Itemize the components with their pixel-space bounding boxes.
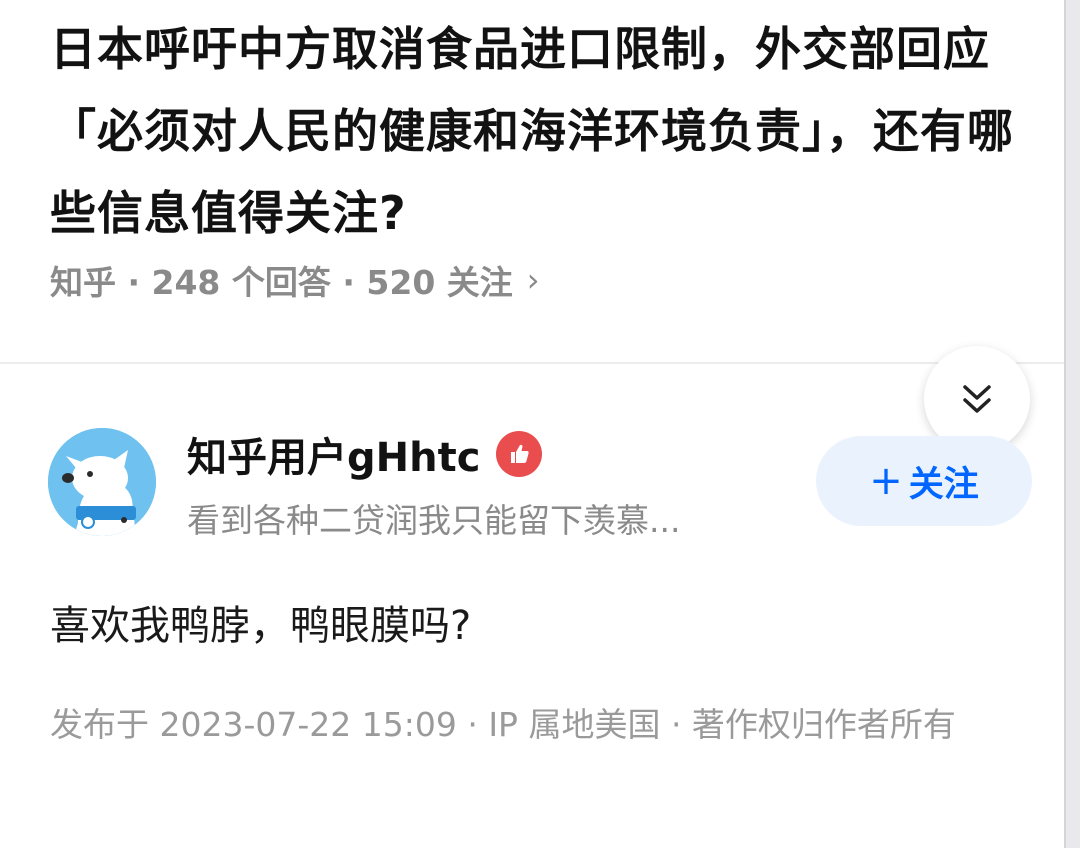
- question-meta[interactable]: 知乎 · 248 个回答 · 520 关注 ›: [50, 256, 540, 304]
- answer-meta: 发布于 2023-07-22 15:09 · IP 属地美国 · 著作权归作者所…: [50, 705, 956, 744]
- scrollbar-track[interactable]: [1064, 0, 1080, 848]
- follow-button[interactable]: + 关注: [816, 436, 1032, 526]
- question-title[interactable]: 日本呼吁中方取消食品进口限制，外交部回应「必须对人民的健康和海洋环境负责」，还有…: [50, 8, 1040, 254]
- scrollbar-edge: [1064, 0, 1066, 848]
- author-name-text: 知乎用户gHhtc: [187, 435, 481, 481]
- dog-avatar-icon: [48, 428, 156, 536]
- divider: [0, 362, 1064, 364]
- avatar[interactable]: [48, 428, 156, 536]
- follow-button-label: 关注: [908, 464, 979, 505]
- author-name[interactable]: 知乎用户gHhtc: [187, 428, 543, 481]
- chevron-right-icon: ›: [526, 261, 540, 299]
- answer-content[interactable]: 喜欢我鸭脖，鸭眼膜吗?: [50, 596, 1010, 656]
- double-chevron-down-icon: [963, 385, 991, 413]
- author-bio: 看到各种二贷润我只能留下羡慕...: [187, 501, 681, 540]
- plus-icon: +: [869, 458, 903, 504]
- question-meta-text: 知乎 · 248 个回答 · 520 关注: [50, 263, 513, 302]
- thumbs-up-badge-icon: [496, 431, 543, 477]
